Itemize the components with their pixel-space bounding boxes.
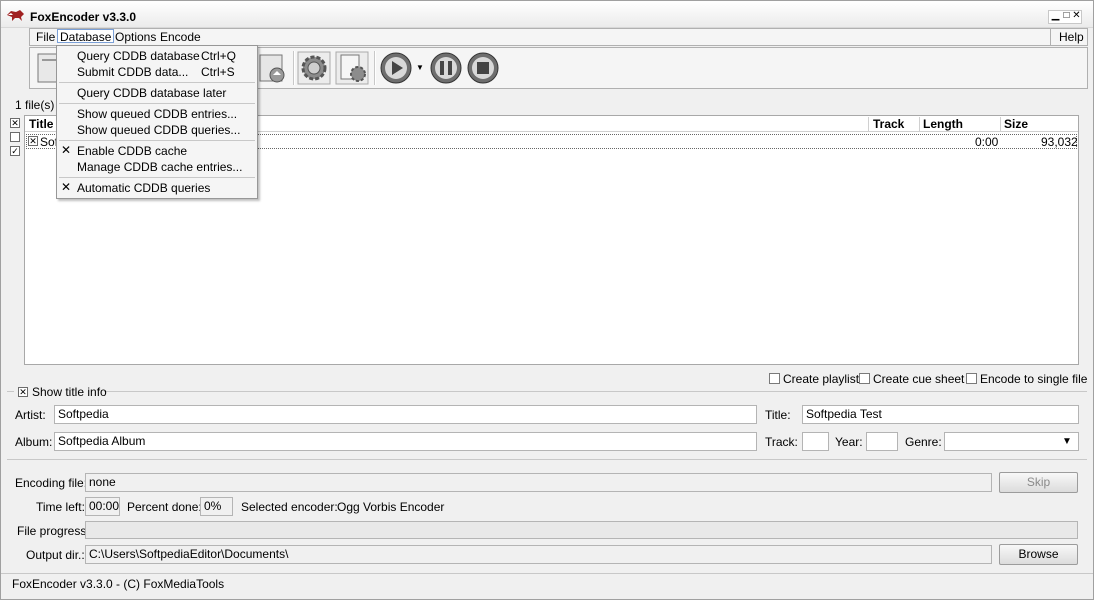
title-input[interactable]: Softpedia Test bbox=[802, 405, 1079, 424]
menu-database[interactable]: Database bbox=[57, 29, 115, 44]
stop-icon[interactable] bbox=[466, 51, 500, 85]
toolbar-separator bbox=[374, 51, 376, 85]
menu-item-submit-cddb[interactable]: Submit CDDB data... bbox=[77, 65, 188, 79]
artist-input[interactable]: Softpedia bbox=[54, 405, 757, 424]
pause-icon[interactable] bbox=[429, 51, 463, 85]
encoding-file-field: none bbox=[85, 473, 992, 492]
menu-separator bbox=[59, 103, 255, 104]
menu-item-show-entries[interactable]: Show queued CDDB entries... bbox=[77, 107, 237, 121]
encode-single-checkbox[interactable] bbox=[966, 373, 977, 384]
track-input[interactable] bbox=[802, 432, 829, 451]
row-checkbox[interactable]: ✕ bbox=[28, 136, 38, 146]
menu-item-manage-cache[interactable]: Manage CDDB cache entries... bbox=[77, 160, 242, 174]
title-info-divider bbox=[7, 391, 1087, 392]
row-length: 0:00 bbox=[975, 135, 999, 149]
browse-button[interactable]: Browse bbox=[999, 544, 1078, 565]
artist-label: Artist: bbox=[15, 408, 46, 422]
percent-done-field: 0% bbox=[200, 497, 233, 516]
title-label: Title: bbox=[765, 408, 791, 422]
menu-separator bbox=[59, 140, 255, 141]
menu-options[interactable]: Options bbox=[113, 30, 158, 44]
genre-select[interactable] bbox=[944, 432, 1079, 451]
album-input[interactable]: Softpedia Album bbox=[54, 432, 757, 451]
create-cue-sheet-label: Create cue sheet bbox=[873, 372, 965, 386]
percent-done-label: Percent done: bbox=[127, 500, 202, 514]
selected-encoder-value: Ogg Vorbis Encoder bbox=[337, 500, 445, 514]
menu-item-enable-cache[interactable]: Enable CDDB cache bbox=[77, 144, 187, 158]
section-divider bbox=[7, 459, 1087, 460]
track-label: Track: bbox=[765, 435, 798, 449]
query-shortcut: Ctrl+Q bbox=[201, 49, 237, 63]
column-length[interactable]: Length bbox=[920, 117, 1001, 132]
menu-item-auto-queries[interactable]: Automatic CDDB queries bbox=[77, 181, 210, 195]
play-dropdown-icon[interactable]: ▼ bbox=[416, 63, 424, 72]
status-text: FoxEncoder v3.3.0 - (C) FoxMediaTools bbox=[12, 577, 225, 591]
window-title: FoxEncoder v3.3.0 bbox=[30, 10, 137, 24]
column-size[interactable]: Size bbox=[1001, 117, 1078, 132]
encoder-settings-icon[interactable] bbox=[335, 51, 369, 85]
genre-label: Genre: bbox=[905, 435, 942, 449]
check-icon: ✕ bbox=[61, 143, 72, 157]
create-playlist-label: Create playlist bbox=[783, 372, 860, 386]
submit-shortcut: Ctrl+S bbox=[201, 65, 235, 79]
file-progress-label: File progress: bbox=[17, 524, 90, 538]
fox-app-icon bbox=[7, 10, 24, 21]
menu-encode[interactable]: Encode bbox=[158, 30, 203, 44]
check-icon: ✕ bbox=[61, 180, 72, 194]
column-track[interactable]: Track bbox=[870, 117, 920, 132]
output-dir-field[interactable]: C:\Users\SoftpediaEditor\Documents\ bbox=[85, 545, 992, 564]
time-left-field: 00:00 bbox=[85, 497, 120, 516]
settings-gear-icon[interactable] bbox=[297, 51, 331, 85]
close-icon[interactable]: ✕ bbox=[1071, 11, 1082, 22]
menu-item-query-cddb[interactable]: Query CDDB database bbox=[77, 49, 200, 63]
uncheck-all-icon[interactable] bbox=[10, 132, 20, 142]
create-playlist-checkbox[interactable] bbox=[769, 373, 780, 384]
encoding-file-label: Encoding file: bbox=[15, 476, 88, 490]
album-label: Album: bbox=[15, 435, 53, 449]
toolbar-separator bbox=[293, 51, 295, 85]
menu-separator bbox=[59, 177, 255, 178]
encode-single-label: Encode to single file bbox=[980, 372, 1088, 386]
invert-check-icon[interactable]: ✓ bbox=[10, 146, 20, 156]
check-all-icon[interactable]: ✕ bbox=[10, 118, 20, 128]
menu-separator bbox=[1050, 29, 1051, 45]
show-title-info-checkbox[interactable]: ✕ bbox=[18, 387, 28, 397]
title-bar bbox=[1, 1, 1093, 28]
time-left-label: Time left: bbox=[36, 500, 85, 514]
menu-item-query-later[interactable]: Query CDDB database later bbox=[77, 86, 226, 100]
year-label: Year: bbox=[835, 435, 863, 449]
play-encode-icon[interactable] bbox=[379, 51, 413, 85]
output-dir-label: Output dir.: bbox=[26, 548, 85, 562]
show-title-info-label: Show title info bbox=[32, 385, 107, 399]
row-size: 93,032 bbox=[1041, 135, 1078, 149]
skip-button[interactable]: Skip bbox=[999, 472, 1078, 493]
year-input[interactable] bbox=[866, 432, 898, 451]
menu-item-show-queries[interactable]: Show queued CDDB queries... bbox=[77, 123, 240, 137]
genre-dropdown-icon[interactable]: ▼ bbox=[1062, 436, 1072, 447]
menu-separator bbox=[59, 82, 255, 83]
create-cue-sheet-checkbox[interactable] bbox=[859, 373, 870, 384]
selected-encoder-label: Selected encoder: bbox=[241, 500, 338, 514]
tag-edit-icon[interactable] bbox=[255, 51, 289, 85]
minimize-icon[interactable]: ▁ bbox=[1050, 11, 1061, 22]
file-progress-bar bbox=[85, 521, 1078, 539]
menu-help[interactable]: Help bbox=[1057, 30, 1086, 44]
menu-file[interactable]: File bbox=[34, 30, 57, 44]
